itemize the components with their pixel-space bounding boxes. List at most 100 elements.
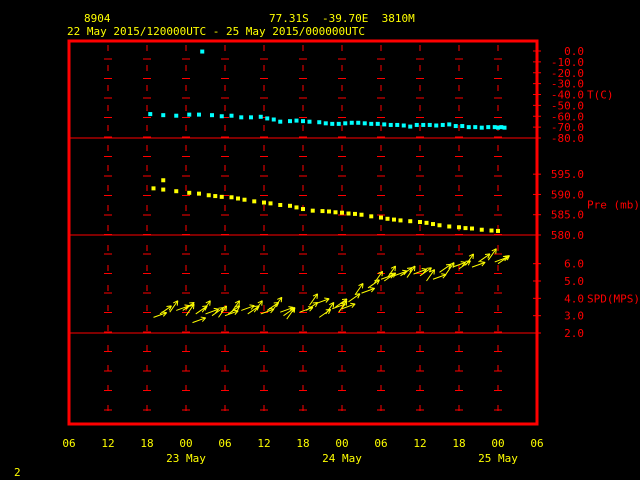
- wind-arrow: [192, 316, 207, 324]
- temperature-point: [161, 113, 166, 118]
- x-tick-label: 00: [491, 437, 504, 450]
- x-tick-label: 18: [452, 437, 465, 450]
- pressure-point: [161, 187, 166, 192]
- temperature-point: [502, 125, 507, 130]
- wind-arrow-head: [288, 306, 294, 308]
- x-tick-label: 06: [218, 437, 231, 450]
- x-tick-label: 00: [335, 437, 348, 450]
- temperature-point: [388, 122, 393, 127]
- wind-arrow-head: [166, 305, 172, 307]
- pressure-point: [359, 212, 364, 217]
- temperature-point: [349, 120, 354, 125]
- pressure-tick-label: 580.0: [551, 229, 584, 242]
- wind_speed-axis-label: SPD(MPS): [587, 292, 640, 305]
- wind-arrow-head: [390, 272, 396, 275]
- wind-arrow-head: [189, 301, 195, 304]
- temperature-point: [317, 120, 322, 125]
- x-tick-label: 12: [101, 437, 114, 450]
- temperature-point: [249, 115, 253, 120]
- temperature-point: [229, 113, 234, 118]
- temperature-point: [288, 119, 292, 124]
- pressure-point: [242, 197, 247, 202]
- wind-arrow-head: [484, 253, 491, 255]
- wind-arrow-head: [480, 261, 486, 263]
- x-tick-label: 18: [296, 437, 309, 450]
- wind-arrow-head: [341, 298, 348, 301]
- wind-arrow: [205, 307, 220, 315]
- temperature-point: [271, 117, 276, 122]
- temperature-point: [278, 119, 283, 124]
- pressure-point: [457, 225, 461, 230]
- wind-arrow-head: [213, 307, 219, 310]
- temperature-point: [210, 113, 214, 118]
- pressure-point: [262, 200, 266, 205]
- x-tick-label: 06: [374, 437, 387, 450]
- x-tick-label: 12: [257, 437, 270, 450]
- pressure-point: [301, 207, 305, 212]
- x-tick-label: 00: [179, 437, 192, 450]
- wind-arrow: [185, 303, 195, 316]
- temperature-point: [174, 113, 179, 118]
- wind-arrow-head: [184, 304, 190, 307]
- temperature-point: [401, 123, 406, 128]
- date-label: 25 May: [478, 452, 518, 465]
- pressure-point: [268, 201, 273, 206]
- wind-arrow: [241, 304, 255, 311]
- pressure-point: [213, 194, 218, 199]
- wind-arrow: [318, 308, 332, 318]
- x-tick-label: 12: [413, 437, 426, 450]
- temperature-point: [414, 122, 419, 127]
- temperature-point: [362, 121, 367, 126]
- temperature-point: [427, 122, 432, 127]
- wind-arrow-head: [402, 269, 408, 272]
- pressure-point: [310, 208, 315, 213]
- pressure-point: [408, 219, 413, 224]
- temperature-point: [265, 116, 270, 121]
- pressure-point: [340, 210, 344, 215]
- pressure-point: [333, 210, 338, 215]
- pressure-point: [479, 227, 484, 232]
- pressure-point: [470, 226, 474, 231]
- temperature-series: [148, 49, 507, 130]
- temperature-point: [408, 124, 413, 129]
- temperature-point: [200, 49, 205, 54]
- date-label: 23 May: [166, 452, 206, 465]
- temperature-point: [330, 121, 335, 126]
- wind_speed-tick-label: 2.0: [564, 327, 584, 340]
- wind-arrow: [153, 311, 168, 318]
- pressure-point: [346, 211, 351, 216]
- temperature-point: [466, 125, 471, 130]
- pressure-point: [327, 209, 331, 214]
- wind-arrow: [432, 273, 447, 280]
- temperature-point: [434, 123, 439, 128]
- pressure-point: [353, 211, 357, 216]
- wind-arrow: [439, 263, 452, 273]
- pressure-tick-label: 590.0: [551, 188, 584, 201]
- pressure-point: [437, 223, 442, 228]
- wind-arrow-head: [504, 255, 510, 257]
- temperature-point: [219, 114, 224, 119]
- wind-arrow-head: [421, 268, 427, 270]
- temperature-point: [356, 120, 361, 125]
- pressure-tick-label: 585.0: [551, 209, 584, 222]
- temperature-point: [440, 122, 445, 127]
- pressure-point: [392, 217, 396, 222]
- wind-arrow: [260, 307, 275, 315]
- pressure-point: [236, 196, 240, 201]
- pressure-point: [229, 195, 234, 200]
- pressure-axis-label: Pre (mb): [587, 199, 640, 212]
- pressure-point: [447, 224, 452, 229]
- temperature-point: [460, 124, 465, 129]
- pressure-point: [489, 228, 494, 233]
- x-tick-label: 06: [530, 437, 543, 450]
- wind-arrow-head: [249, 304, 255, 307]
- pressure-point: [278, 202, 283, 207]
- wind-arrow: [471, 261, 486, 268]
- wind-arrow: [478, 253, 491, 263]
- x-tick-label: 06: [62, 437, 75, 450]
- temperature-point: [294, 118, 299, 123]
- wind-arrow-head: [426, 267, 432, 269]
- pressure-point: [385, 216, 390, 221]
- date-label: 24 May: [322, 452, 362, 465]
- pressure-point: [418, 220, 422, 225]
